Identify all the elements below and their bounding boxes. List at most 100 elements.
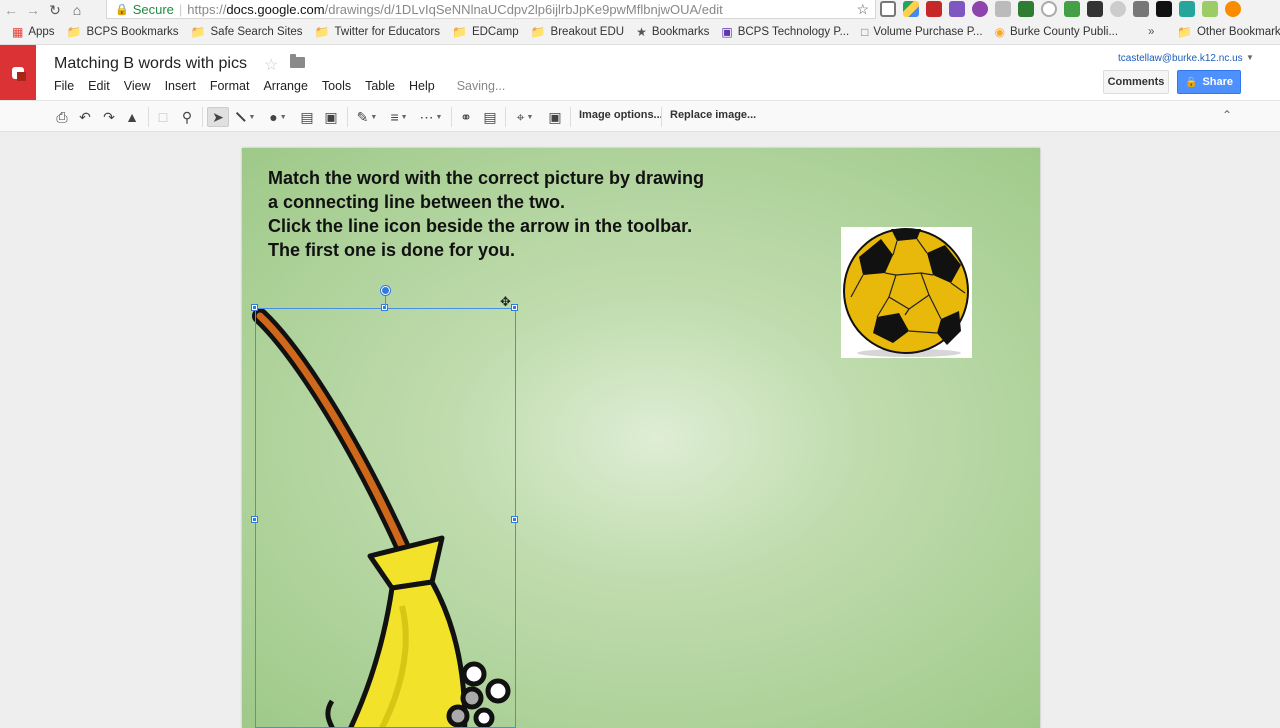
clock-extension-icon[interactable] — [1041, 1, 1057, 17]
drawings-header: Matching B words with pics ☆ File Edit V… — [0, 45, 1280, 100]
play-extension-icon[interactable] — [1156, 1, 1172, 17]
rotation-handle[interactable] — [381, 286, 390, 295]
url-bar[interactable]: 🔒 Secure | https://docs.google.com/drawi… — [106, 0, 876, 19]
folder-icon: 📁 — [314, 25, 330, 39]
line-tool-icon[interactable]: ▼ — [233, 107, 257, 127]
reload-icon[interactable]: ↻ — [44, 0, 66, 20]
skype-icon[interactable] — [1110, 1, 1126, 17]
paint-format-icon[interactable]: ▲ — [124, 107, 140, 127]
bookmark-star-icon[interactable]: ☆ — [856, 1, 869, 18]
folder-icon: 📁 — [451, 25, 467, 39]
menu-file[interactable]: File — [54, 79, 74, 93]
drawing-canvas[interactable]: Match the word with the correct picture … — [242, 148, 1040, 728]
menu-format[interactable]: Format — [210, 79, 250, 93]
page-icon: □ — [861, 25, 869, 39]
rotation-line — [385, 293, 386, 308]
bookmark-edcamp[interactable]: 📁 EDCamp — [452, 25, 519, 39]
menu-tools[interactable]: Tools — [322, 79, 351, 93]
lock-icon: 🔒 — [115, 3, 129, 16]
broom-image[interactable] — [252, 306, 522, 728]
shape-tool-icon[interactable]: ● ▼ — [265, 107, 291, 127]
menu-insert[interactable]: Insert — [165, 79, 196, 93]
bookmark-bcps-technology[interactable]: ▣ BCPS Technology P... — [721, 25, 849, 39]
undo-icon[interactable]: ↶ — [77, 107, 93, 127]
home-icon[interactable]: ⌂ — [66, 0, 88, 20]
lock-icon: 🔒 — [1184, 76, 1198, 88]
menu-table[interactable]: Table — [365, 79, 395, 93]
move-cursor-icon: ✥ — [500, 294, 511, 309]
v-extension-icon[interactable] — [1179, 1, 1195, 17]
bookmark-twitter[interactable]: 📁 Twitter for Educators — [315, 25, 440, 39]
bookmarks-overflow-chevron[interactable]: » — [1148, 26, 1154, 38]
crop-icon[interactable]: ⌖ ▼ — [511, 107, 539, 127]
print-icon[interactable]: ⎙ — [54, 107, 70, 127]
instruction-line: Match the word with the correct picture … — [268, 168, 705, 188]
orange-extension-icon[interactable] — [1225, 1, 1241, 17]
extension-icons — [880, 1, 1241, 17]
zoom-icon[interactable]: ⚲ — [179, 107, 195, 127]
instruction-line: Click the line icon beside the arrow in … — [268, 216, 693, 236]
grey-extension-icon[interactable] — [995, 1, 1011, 17]
user-email[interactable]: tcastellaw@burke.k12.nc.us — [1118, 53, 1243, 64]
green-extension-icon[interactable] — [1202, 1, 1218, 17]
bulb-extension-icon[interactable] — [1087, 1, 1103, 17]
line-dash-icon[interactable]: ⋯ ▼ — [417, 107, 445, 127]
soccer-ball-icon — [843, 228, 969, 357]
url-text: https://docs.google.com/drawings/d/1DLvI… — [187, 1, 723, 17]
comments-button[interactable]: Comments — [1103, 70, 1169, 94]
drive-icon[interactable] — [903, 1, 919, 17]
back-arrow-icon[interactable]: ← — [0, 0, 22, 20]
bookmark-burke-county[interactable]: ◉ Burke County Publi... — [995, 25, 1119, 39]
select-arrow-icon[interactable]: ➤ — [207, 107, 229, 127]
folder-icon: 📁 — [66, 25, 82, 39]
cast-icon[interactable] — [880, 1, 896, 17]
drawing-canvas-area[interactable]: Match the word with the correct picture … — [0, 132, 1280, 728]
replace-image-button[interactable]: Replace image... — [670, 109, 756, 121]
line-weight-icon[interactable]: ≡ ▼ — [385, 107, 413, 127]
comment-icon[interactable]: ▤ — [481, 107, 499, 127]
video-extension-icon[interactable] — [926, 1, 942, 17]
select-area-icon[interactable]: □ — [155, 107, 171, 127]
document-title[interactable]: Matching B words with pics — [54, 55, 247, 73]
image-icon[interactable]: ▣ — [322, 107, 340, 127]
bookmark-breakout[interactable]: 📁 Breakout EDU — [531, 25, 624, 39]
bookmarks-bar: ▦ Apps 📁 BCPS Bookmarks 📁 Safe Search Sites… — [0, 20, 1280, 45]
pen-color-icon[interactable]: ✎ ▼ — [353, 107, 381, 127]
forward-arrow-icon[interactable]: → — [22, 0, 44, 20]
puzzle-extension-icon[interactable] — [949, 1, 965, 17]
check-extension-icon[interactable] — [1064, 1, 1080, 17]
star-icon[interactable]: ☆ — [264, 55, 278, 75]
drawings-logo-icon[interactable] — [0, 45, 36, 100]
instruction-text[interactable]: Match the word with the correct picture … — [268, 166, 704, 262]
menu-edit[interactable]: Edit — [88, 79, 110, 93]
soccer-ball-image[interactable] — [841, 227, 972, 358]
bookmark-bookmarks[interactable]: ★ Bookmarks — [636, 25, 709, 39]
menu-help[interactable]: Help — [409, 79, 435, 93]
secure-label: Secure — [132, 1, 174, 17]
cube-extension-icon[interactable] — [1133, 1, 1149, 17]
share-button[interactable]: 🔒 Share — [1177, 70, 1241, 94]
bookmark-apps[interactable]: ▦ Apps — [12, 25, 55, 39]
classroom-icon[interactable] — [1018, 1, 1034, 17]
collapse-chevron-icon[interactable]: ⌃ — [1222, 108, 1232, 122]
menu-bar: File Edit View Insert Format Arrange Too… — [54, 79, 505, 93]
redo-icon[interactable]: ↷ — [101, 107, 117, 127]
menu-view[interactable]: View — [124, 79, 151, 93]
save-status: Saving... — [456, 79, 506, 93]
bookmark-safe-search[interactable]: 📁 Safe Search Sites — [191, 25, 303, 39]
folder-icon[interactable] — [290, 54, 305, 68]
purple-extension-icon[interactable] — [972, 1, 988, 17]
bookmark-other[interactable]: 📁 Other Bookmarks — [1177, 25, 1280, 39]
folder-icon: 📁 — [530, 25, 546, 39]
link-icon[interactable]: ⚭ — [457, 107, 475, 127]
reset-image-icon[interactable]: ▣ — [546, 107, 564, 127]
bookmark-bcps[interactable]: 📁 BCPS Bookmarks — [67, 25, 179, 39]
chevron-down-icon[interactable]: ▼ — [1246, 53, 1254, 62]
text-box-icon[interactable]: ▤ — [298, 107, 316, 127]
browser-address-bar: ← → ↻ ⌂ 🔒 Secure | https://docs.google.c… — [0, 0, 1280, 20]
bookmark-icon: ▣ — [721, 25, 733, 39]
bookmark-volume-purchase[interactable]: □ Volume Purchase P... — [861, 25, 982, 39]
menu-arrange[interactable]: Arrange — [263, 79, 307, 93]
image-options-button[interactable]: Image options... — [579, 109, 663, 121]
apps-grid-icon: ▦ — [12, 25, 24, 39]
